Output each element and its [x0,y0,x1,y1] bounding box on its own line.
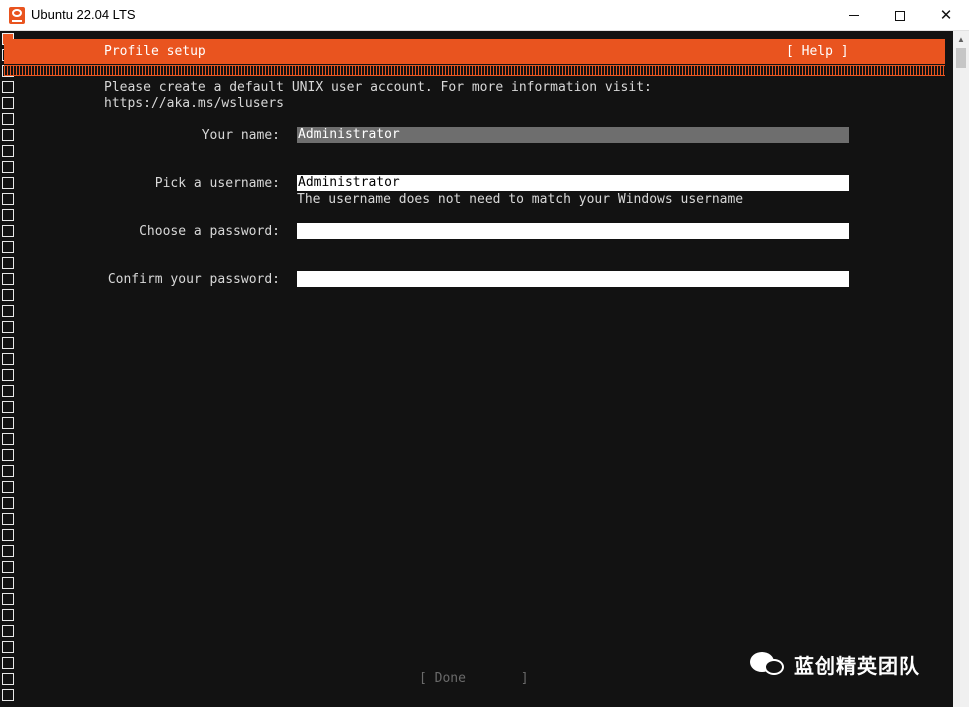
gutter-box [2,113,14,125]
gutter-box [2,321,14,333]
gutter-box [2,161,14,173]
confirm-password-label: Confirm your password: [107,272,280,287]
your-name-input[interactable]: Administrator [297,127,849,143]
gutter-box [2,193,14,205]
minimize-icon [849,15,859,16]
your-name-label: Your name: [201,128,280,143]
gutter-box [2,577,14,589]
help-button[interactable]: [ Help ] [786,44,849,59]
username-label: Pick a username: [154,176,280,191]
close-button[interactable]: ✕ [923,0,969,31]
intro-text: Please create a default UNIX user accoun… [104,80,652,111]
gutter-box [2,145,14,157]
gutter-box [2,337,14,349]
gutter-box [2,257,14,269]
gutter-box [2,369,14,381]
close-icon: ✕ [939,6,953,24]
gutter-box [2,241,14,253]
gutter-box [2,609,14,621]
gutter-box [2,177,14,189]
page-title: Profile setup [104,44,206,59]
gutter-box [2,657,14,669]
gutter-box [2,465,14,477]
scroll-thumb[interactable] [956,48,966,68]
gutter-box [2,97,14,109]
window-titlebar: Ubuntu 22.04 LTS ✕ [0,0,969,31]
header-divider [4,65,945,76]
watermark-text: 蓝创精英团队 [794,653,920,678]
gutter-box [2,385,14,397]
ubuntu-app-icon[interactable] [9,7,25,24]
maximize-button[interactable] [877,0,923,31]
gutter-box [2,129,14,141]
password-input[interactable] [297,223,849,239]
gutter-box [2,225,14,237]
gutter-box [2,545,14,557]
gutter-box [2,289,14,301]
gutter-box [2,481,14,493]
ubuntu-logo-shape [12,9,22,17]
gutter-box [2,81,14,93]
gutter-box [2,417,14,429]
password-label: Choose a password: [139,224,280,239]
scroll-up-icon[interactable]: ▲ [953,31,969,47]
gutter-box [2,689,14,701]
gutter-box [2,641,14,653]
ubuntu-logo-base [12,20,22,22]
gutter-box [2,209,14,221]
gutter-box [2,529,14,541]
gutter-box [2,433,14,445]
maximize-icon [895,10,905,21]
gutter-box [2,513,14,525]
gutter-box [2,561,14,573]
username-hint: The username does not need to match your… [297,192,744,207]
profile-setup-header: Profile setup [ Help ] [4,39,945,64]
terminal-area[interactable]: Profile setup [ Help ] Please create a d… [0,31,953,707]
gutter-box [2,353,14,365]
confirm-password-input[interactable] [297,271,849,287]
wechat-icon [750,650,786,678]
gutter-box [2,673,14,685]
window-title: Ubuntu 22.04 LTS [31,7,136,22]
wechat-bubble-small [764,659,784,675]
done-button[interactable]: [ Done ] [419,671,529,686]
username-input[interactable]: Administrator [297,175,849,191]
minimize-button[interactable] [831,0,877,31]
gutter-box [2,401,14,413]
gutter-box [2,305,14,317]
gutter-box [2,625,14,637]
gutter-box [2,497,14,509]
gutter-box [2,449,14,461]
gutter-box [2,593,14,605]
vertical-scrollbar[interactable]: ▲ [953,31,969,707]
gutter-box [2,273,14,285]
watermark: 蓝创精英团队 [750,648,920,680]
